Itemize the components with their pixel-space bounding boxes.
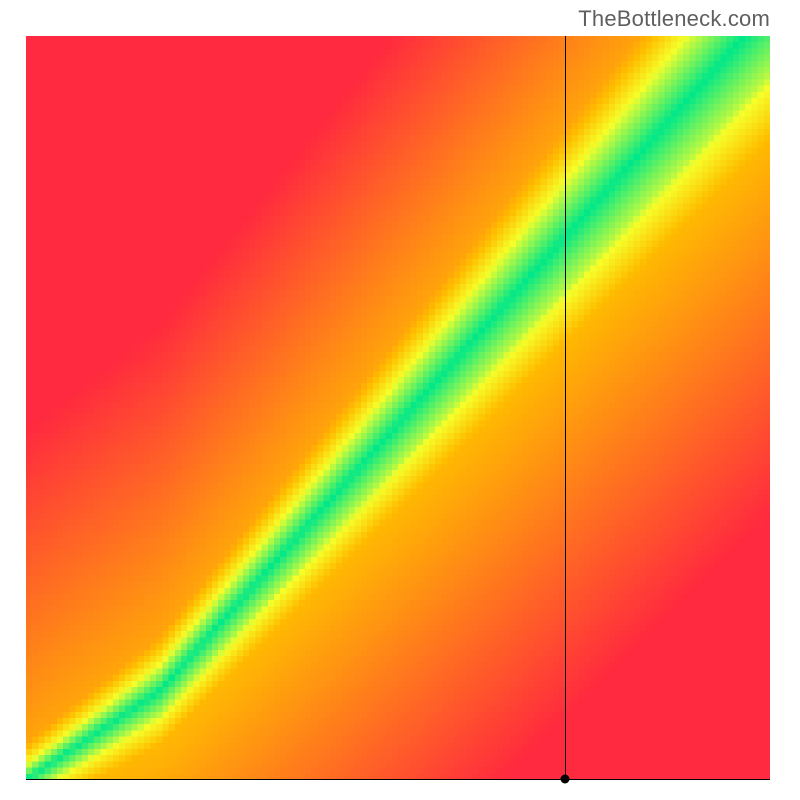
crosshair-horizontal — [26, 779, 770, 780]
chart-container: TheBottleneck.com — [0, 0, 800, 800]
bottleneck-heatmap — [26, 36, 770, 780]
marker-dot — [561, 774, 570, 783]
crosshair-vertical — [565, 36, 566, 780]
watermark-text: TheBottleneck.com — [578, 6, 770, 32]
